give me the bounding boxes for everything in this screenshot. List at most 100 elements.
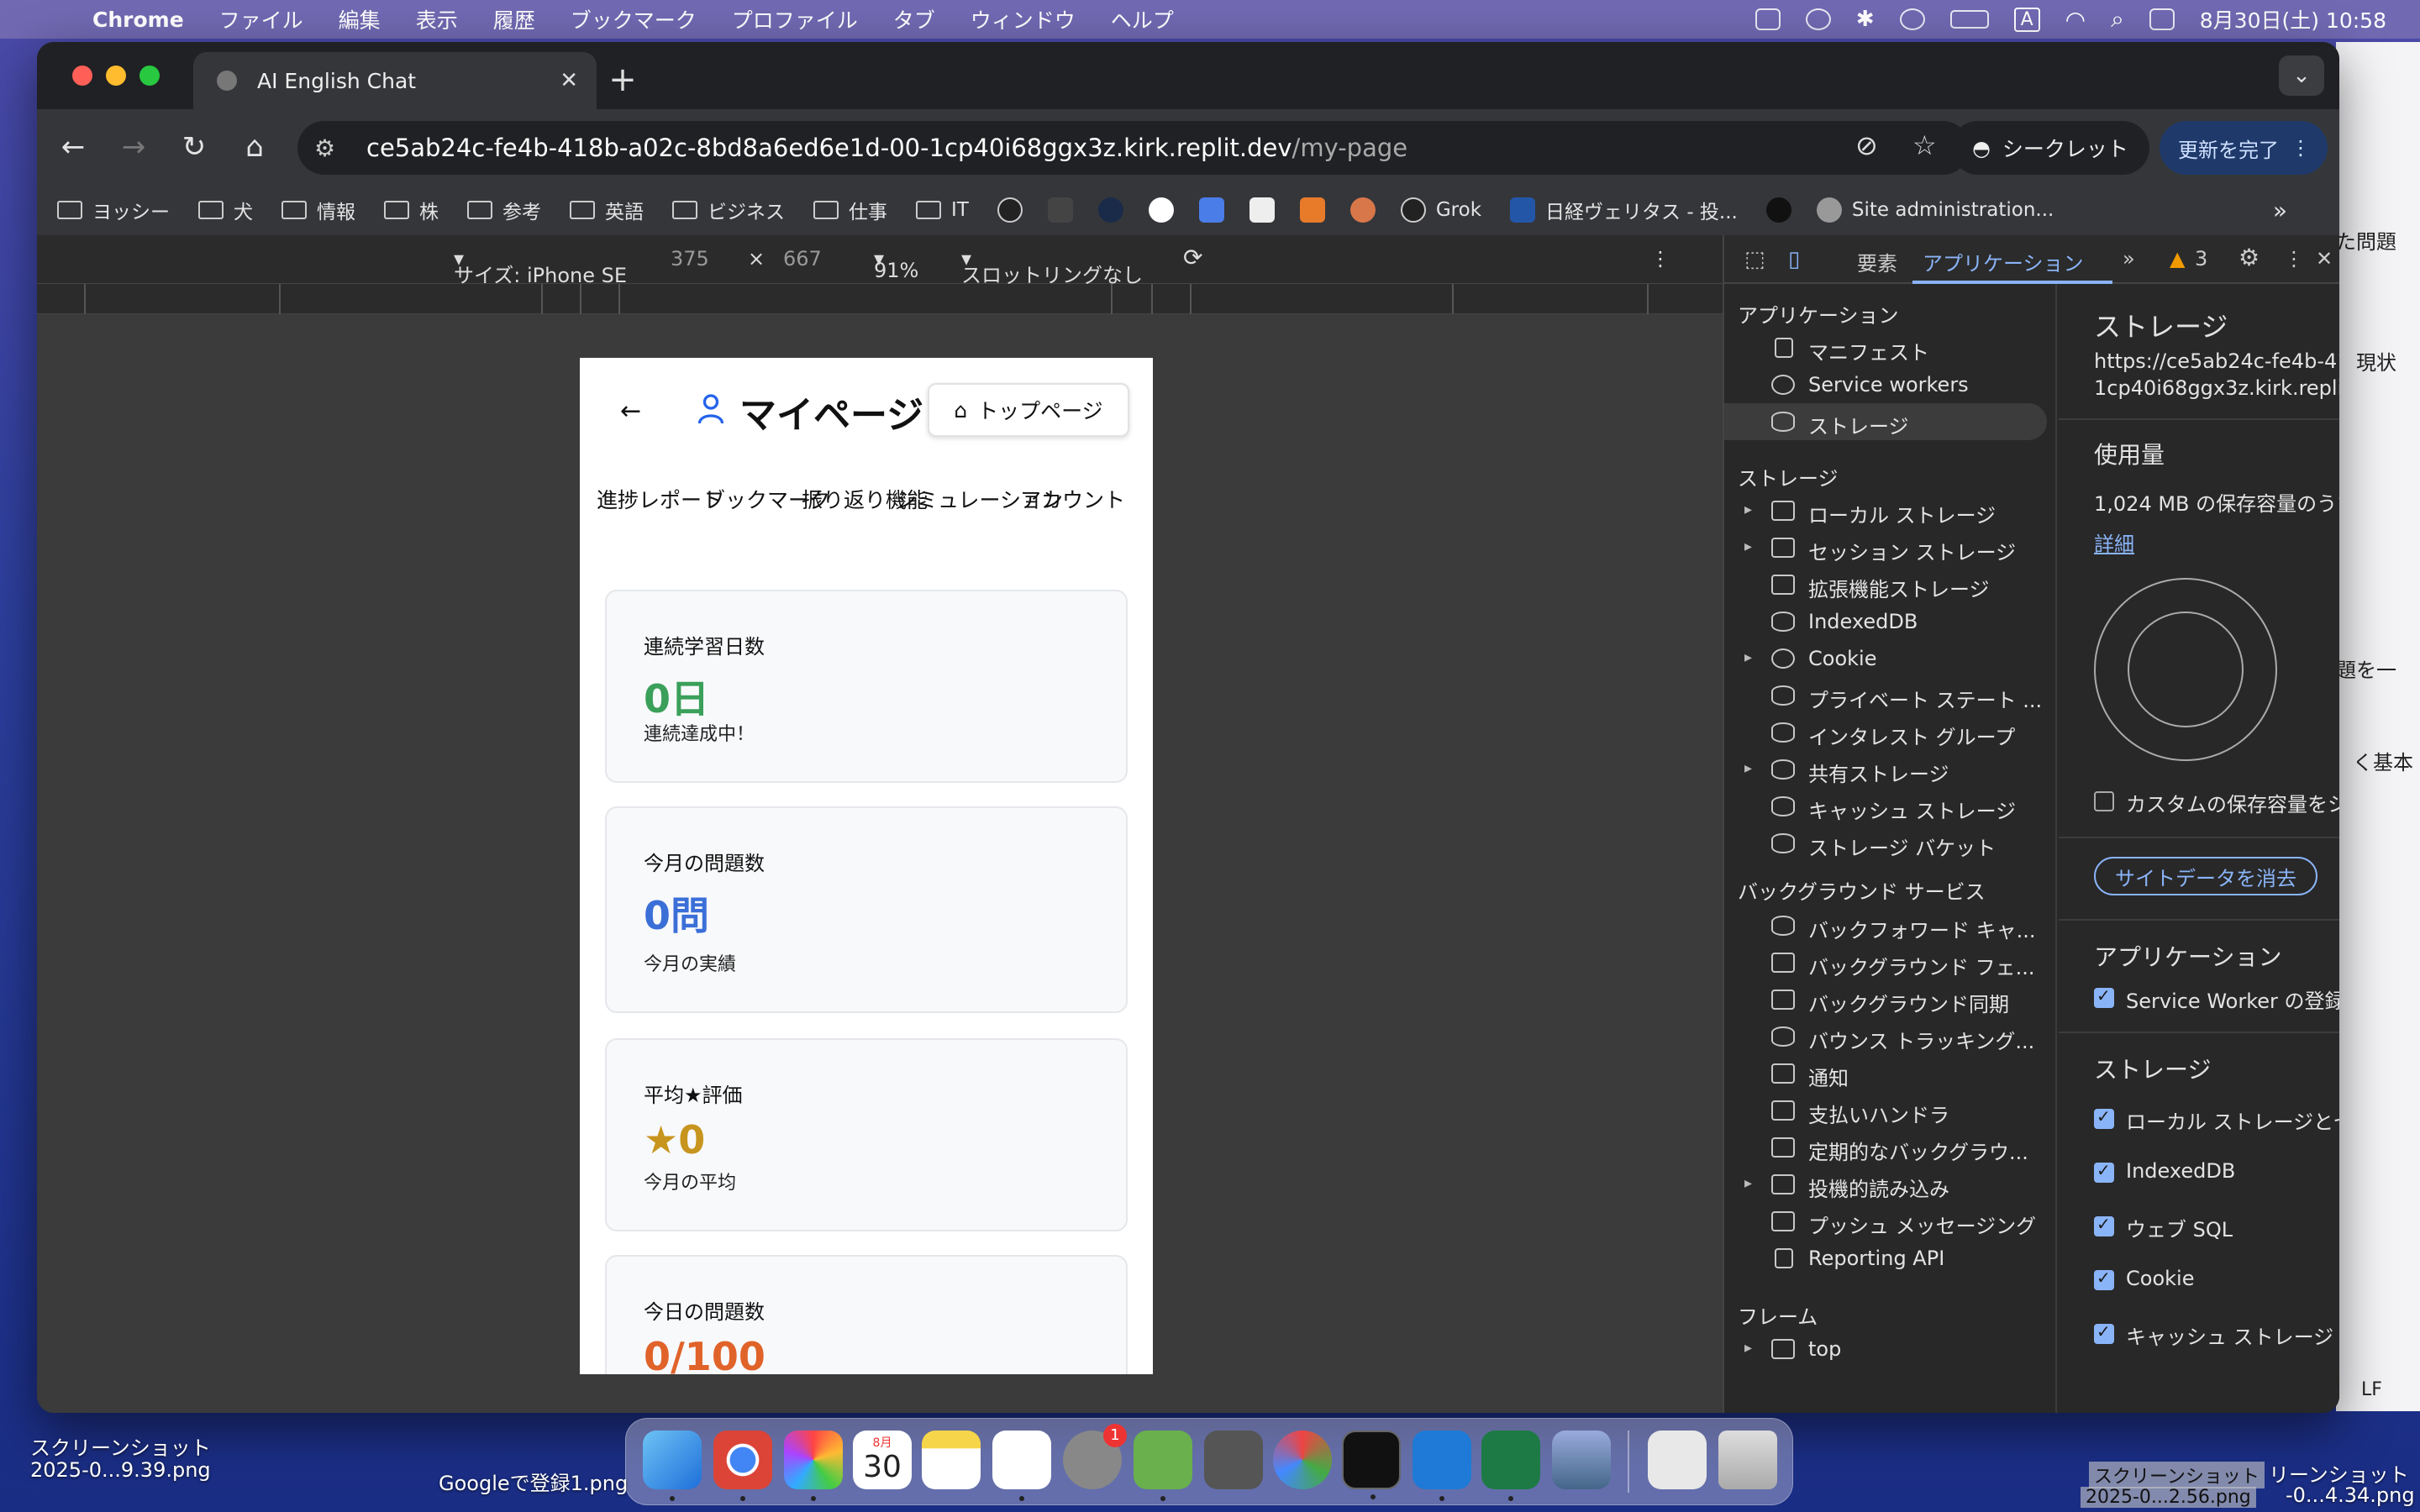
bookmark-folder[interactable]: 情報 (281, 196, 355, 224)
storage-checkbox[interactable] (2094, 1321, 2114, 1344)
desktop-file-name[interactable]: スクリーンショット (2089, 1462, 2265, 1488)
play-icon[interactable] (1805, 8, 1831, 30)
media-query-ruler[interactable] (37, 284, 1723, 314)
close-window-button[interactable] (72, 66, 92, 86)
back-arrow-icon[interactable]: ← (620, 396, 641, 426)
sidebar-item[interactable]: インタレスト グループ (1724, 714, 2057, 751)
bookmark-nikkei[interactable]: 日経ヴェリタス - 投... (1510, 196, 1738, 224)
terminal-icon[interactable] (1342, 1431, 1401, 1499)
sidebar-item[interactable]: 通知 (1724, 1055, 2057, 1092)
inspect-icon[interactable]: ⬚ (1744, 247, 1765, 272)
device-select[interactable]: サイズ: iPhone SE ▾ (454, 247, 627, 287)
expand-caret-icon[interactable]: ▸ (1744, 538, 1752, 555)
storage-checkbox[interactable] (2094, 1106, 2114, 1129)
menu-edit[interactable]: 編集 (339, 4, 381, 34)
sidebar-item[interactable]: プッシュ メッセージング (1724, 1203, 2057, 1240)
bookmark-folder[interactable]: 仕事 (813, 196, 887, 224)
throttle-select[interactable]: スロットリングなし ▾ (961, 247, 1143, 287)
sidebar-item[interactable]: ▸ Cookie (1724, 640, 2057, 677)
expand-caret-icon[interactable]: ▸ (1744, 1174, 1752, 1192)
menu-window[interactable]: ウィンドウ (971, 4, 1076, 34)
device-width-input[interactable]: 375 (671, 247, 709, 270)
details-link[interactable]: 詳細 (2094, 528, 2134, 557)
bookmark-folder[interactable]: 参考 (467, 196, 541, 224)
menu-help[interactable]: ヘルプ (1111, 4, 1174, 34)
bookmark-folder[interactable]: ビジネス (672, 196, 785, 224)
device-toggle-icon[interactable]: ▯ (1788, 247, 1800, 272)
battery-icon[interactable] (1949, 10, 1989, 29)
device-height-input[interactable]: 667 (783, 247, 822, 270)
desktop-file-name[interactable]: Googleで登録1.png (439, 1467, 628, 1496)
menu-file[interactable]: ファイル (219, 4, 303, 34)
photos-icon[interactable] (784, 1431, 843, 1501)
sidebar-item[interactable]: 拡張機能ストレージ (1724, 566, 2057, 603)
expand-caret-icon[interactable]: ▸ (1744, 1339, 1752, 1357)
sidebar-item[interactable]: マニフェスト (1724, 329, 2057, 366)
menubar-clock[interactable]: 8月30日(土) 10:58 (2200, 4, 2386, 34)
numbers-pen-icon[interactable] (1134, 1431, 1192, 1501)
tab-account[interactable]: アカウント (1020, 484, 1125, 514)
bookmark-home[interactable] (1047, 197, 1083, 223)
sidebar-item[interactable]: Reporting API (1724, 1240, 2057, 1277)
bookmark-folder[interactable]: ヨッシー (57, 196, 170, 224)
forward-icon[interactable]: → (114, 128, 153, 166)
rotate-icon[interactable]: ⟳ (1183, 244, 1202, 271)
site-info-icon[interactable]: ⚙ (314, 134, 348, 162)
bookmark-dark[interactable] (1765, 197, 1802, 223)
bookmark-folder[interactable]: 株 (384, 196, 439, 224)
sidebar-item[interactable]: バックフォワード キャ... (1724, 907, 2057, 944)
bookmark-folder[interactable]: IT (916, 199, 969, 221)
sidebar-item[interactable]: バックグラウンド フェ... (1724, 944, 2057, 981)
tab-search-button[interactable]: ⌄ (2279, 55, 2324, 96)
tab-elements[interactable]: 要素 (1857, 247, 1897, 276)
desktop-file-sub[interactable]: -0...4.34.png (2286, 1483, 2415, 1507)
home-icon[interactable]: ⌂ (235, 128, 274, 166)
sidebar-item[interactable]: キャッシュ ストレージ (1724, 788, 2057, 825)
sidebar-item[interactable]: バックグラウンド同期 (1724, 981, 2057, 1018)
expand-caret-icon[interactable]: ▸ (1744, 759, 1752, 777)
bookmarks-overflow-icon[interactable]: » (2273, 197, 2287, 224)
control-center-icon[interactable] (2149, 8, 2175, 30)
eject-icon[interactable] (1754, 8, 1781, 30)
sidebar-item[interactable]: ▸ ローカル ストレージ (1724, 492, 2057, 529)
bookmark-folder[interactable]: 犬 (198, 196, 253, 224)
menu-app-name[interactable]: Chrome (92, 8, 184, 32)
devtools-menu-icon[interactable]: ⋮ (2284, 247, 2304, 270)
tab-active[interactable]: AI English Chat ✕ (193, 52, 597, 109)
tab-application[interactable]: アプリケーション (1923, 247, 2084, 276)
bookmark-pacman[interactable] (1148, 197, 1184, 223)
sidebar-item[interactable]: ▸ セッション ストレージ (1724, 529, 2057, 566)
eye-off-icon[interactable]: ⊘ (1855, 129, 1878, 161)
bookmark-grok[interactable]: Grok (1400, 197, 1481, 223)
more-tabs-icon[interactable]: » (2123, 247, 2135, 270)
star-icon[interactable]: ☆ (1912, 129, 1937, 161)
sidebar-item[interactable]: IndexedDB (1724, 603, 2057, 640)
timemachine-icon[interactable] (1899, 8, 1925, 30)
storage-checkbox[interactable] (2094, 1160, 2114, 1183)
sidebar-item[interactable]: ▸ 共有ストレージ (1724, 751, 2057, 788)
sidebar-item[interactable]: ストレージ バケット (1724, 825, 2057, 862)
incognito-button[interactable]: ◓ シークレット (1951, 121, 2149, 175)
desktop-file-sub[interactable]: 2025-0...9.39.png (30, 1458, 211, 1482)
menu-view[interactable]: 表示 (416, 4, 458, 34)
calendar-icon[interactable]: 8月 30 (853, 1431, 912, 1489)
desktop-file-sub[interactable]: 2025-0...2.56.png (2081, 1487, 2256, 1508)
bookmark-folder[interactable]: 英語 (570, 196, 644, 224)
sidebar-item[interactable]: バウンス トラッキング... (1724, 1018, 2057, 1055)
downloads-stack-icon[interactable] (1648, 1431, 1707, 1489)
device-more-icon[interactable]: ⋮ (1650, 247, 1670, 270)
tab-close-icon[interactable]: ✕ (560, 68, 578, 93)
address-bar[interactable]: ⚙ ce5ab24c-fe4b-418b-a02c-8bd8a6ed6e1d-0… (297, 121, 1970, 175)
reload-icon[interactable]: ↻ (175, 128, 213, 166)
sidebar-item[interactable]: ▸ 投機的読み込み (1724, 1166, 2057, 1203)
bookmark-prime[interactable] (1097, 197, 1134, 223)
bookmark-site-admin[interactable]: Site administration... (1816, 197, 2054, 223)
bluetooth-icon[interactable]: ✱ (1856, 7, 1875, 32)
bookmark-claude[interactable] (1349, 197, 1386, 223)
sidebar-item[interactable]: ストレージ (1724, 403, 2047, 440)
notes-icon[interactable] (922, 1431, 981, 1489)
expand-caret-icon[interactable]: ▸ (1744, 648, 1752, 666)
finder-icon[interactable] (643, 1431, 702, 1501)
minimize-window-button[interactable] (106, 66, 126, 86)
bookmark-orange[interactable] (1299, 197, 1335, 223)
